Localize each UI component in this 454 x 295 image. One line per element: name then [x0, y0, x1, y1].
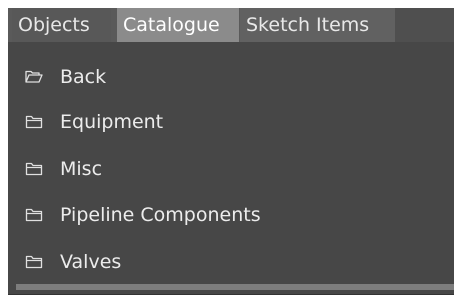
list-item-equipment[interactable]: Equipment [8, 103, 454, 141]
tab-strip: Objects Catalogue Sketch Items [8, 8, 454, 42]
list-item-label: Back [60, 66, 107, 88]
list-item-label: Misc [60, 158, 103, 180]
list-item-valves[interactable]: Valves [8, 243, 454, 281]
list-item-misc[interactable]: Misc [8, 150, 454, 188]
folder-icon [25, 208, 43, 222]
catalogue-list: Back Equipment Misc Pipeline Components [8, 42, 454, 282]
list-item-label: Valves [60, 251, 122, 273]
horizontal-scrollbar[interactable] [16, 284, 454, 290]
catalogue-panel: Objects Catalogue Sketch Items Back Equi… [8, 8, 454, 295]
tab-strip-filler [395, 8, 454, 42]
list-item-label: Pipeline Components [60, 204, 261, 226]
folder-icon [25, 255, 43, 269]
folder-icon [25, 162, 43, 176]
list-item-back[interactable]: Back [8, 58, 454, 96]
tab-sketch-items[interactable]: Sketch Items [240, 8, 395, 42]
list-item-label: Equipment [60, 111, 164, 133]
folder-icon [25, 115, 43, 129]
folder-open-icon [25, 70, 43, 83]
list-item-pipeline-components[interactable]: Pipeline Components [8, 196, 454, 234]
tab-objects[interactable]: Objects [12, 8, 111, 42]
tab-catalogue[interactable]: Catalogue [117, 8, 239, 42]
